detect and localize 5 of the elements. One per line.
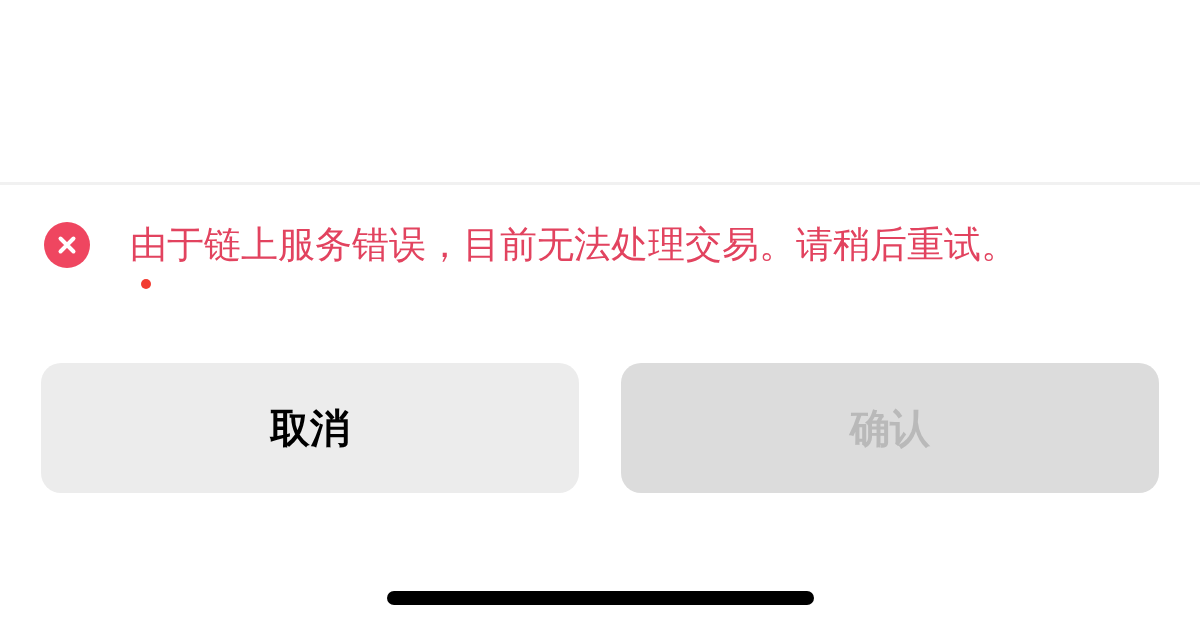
cancel-button[interactable]: 取消 bbox=[41, 363, 579, 493]
home-indicator[interactable] bbox=[386, 591, 814, 605]
dot-icon bbox=[141, 279, 151, 289]
error-message: 由于链上服务错误，目前无法处理交易。请稍后重试。 bbox=[130, 222, 1018, 268]
error-icon bbox=[44, 222, 90, 268]
